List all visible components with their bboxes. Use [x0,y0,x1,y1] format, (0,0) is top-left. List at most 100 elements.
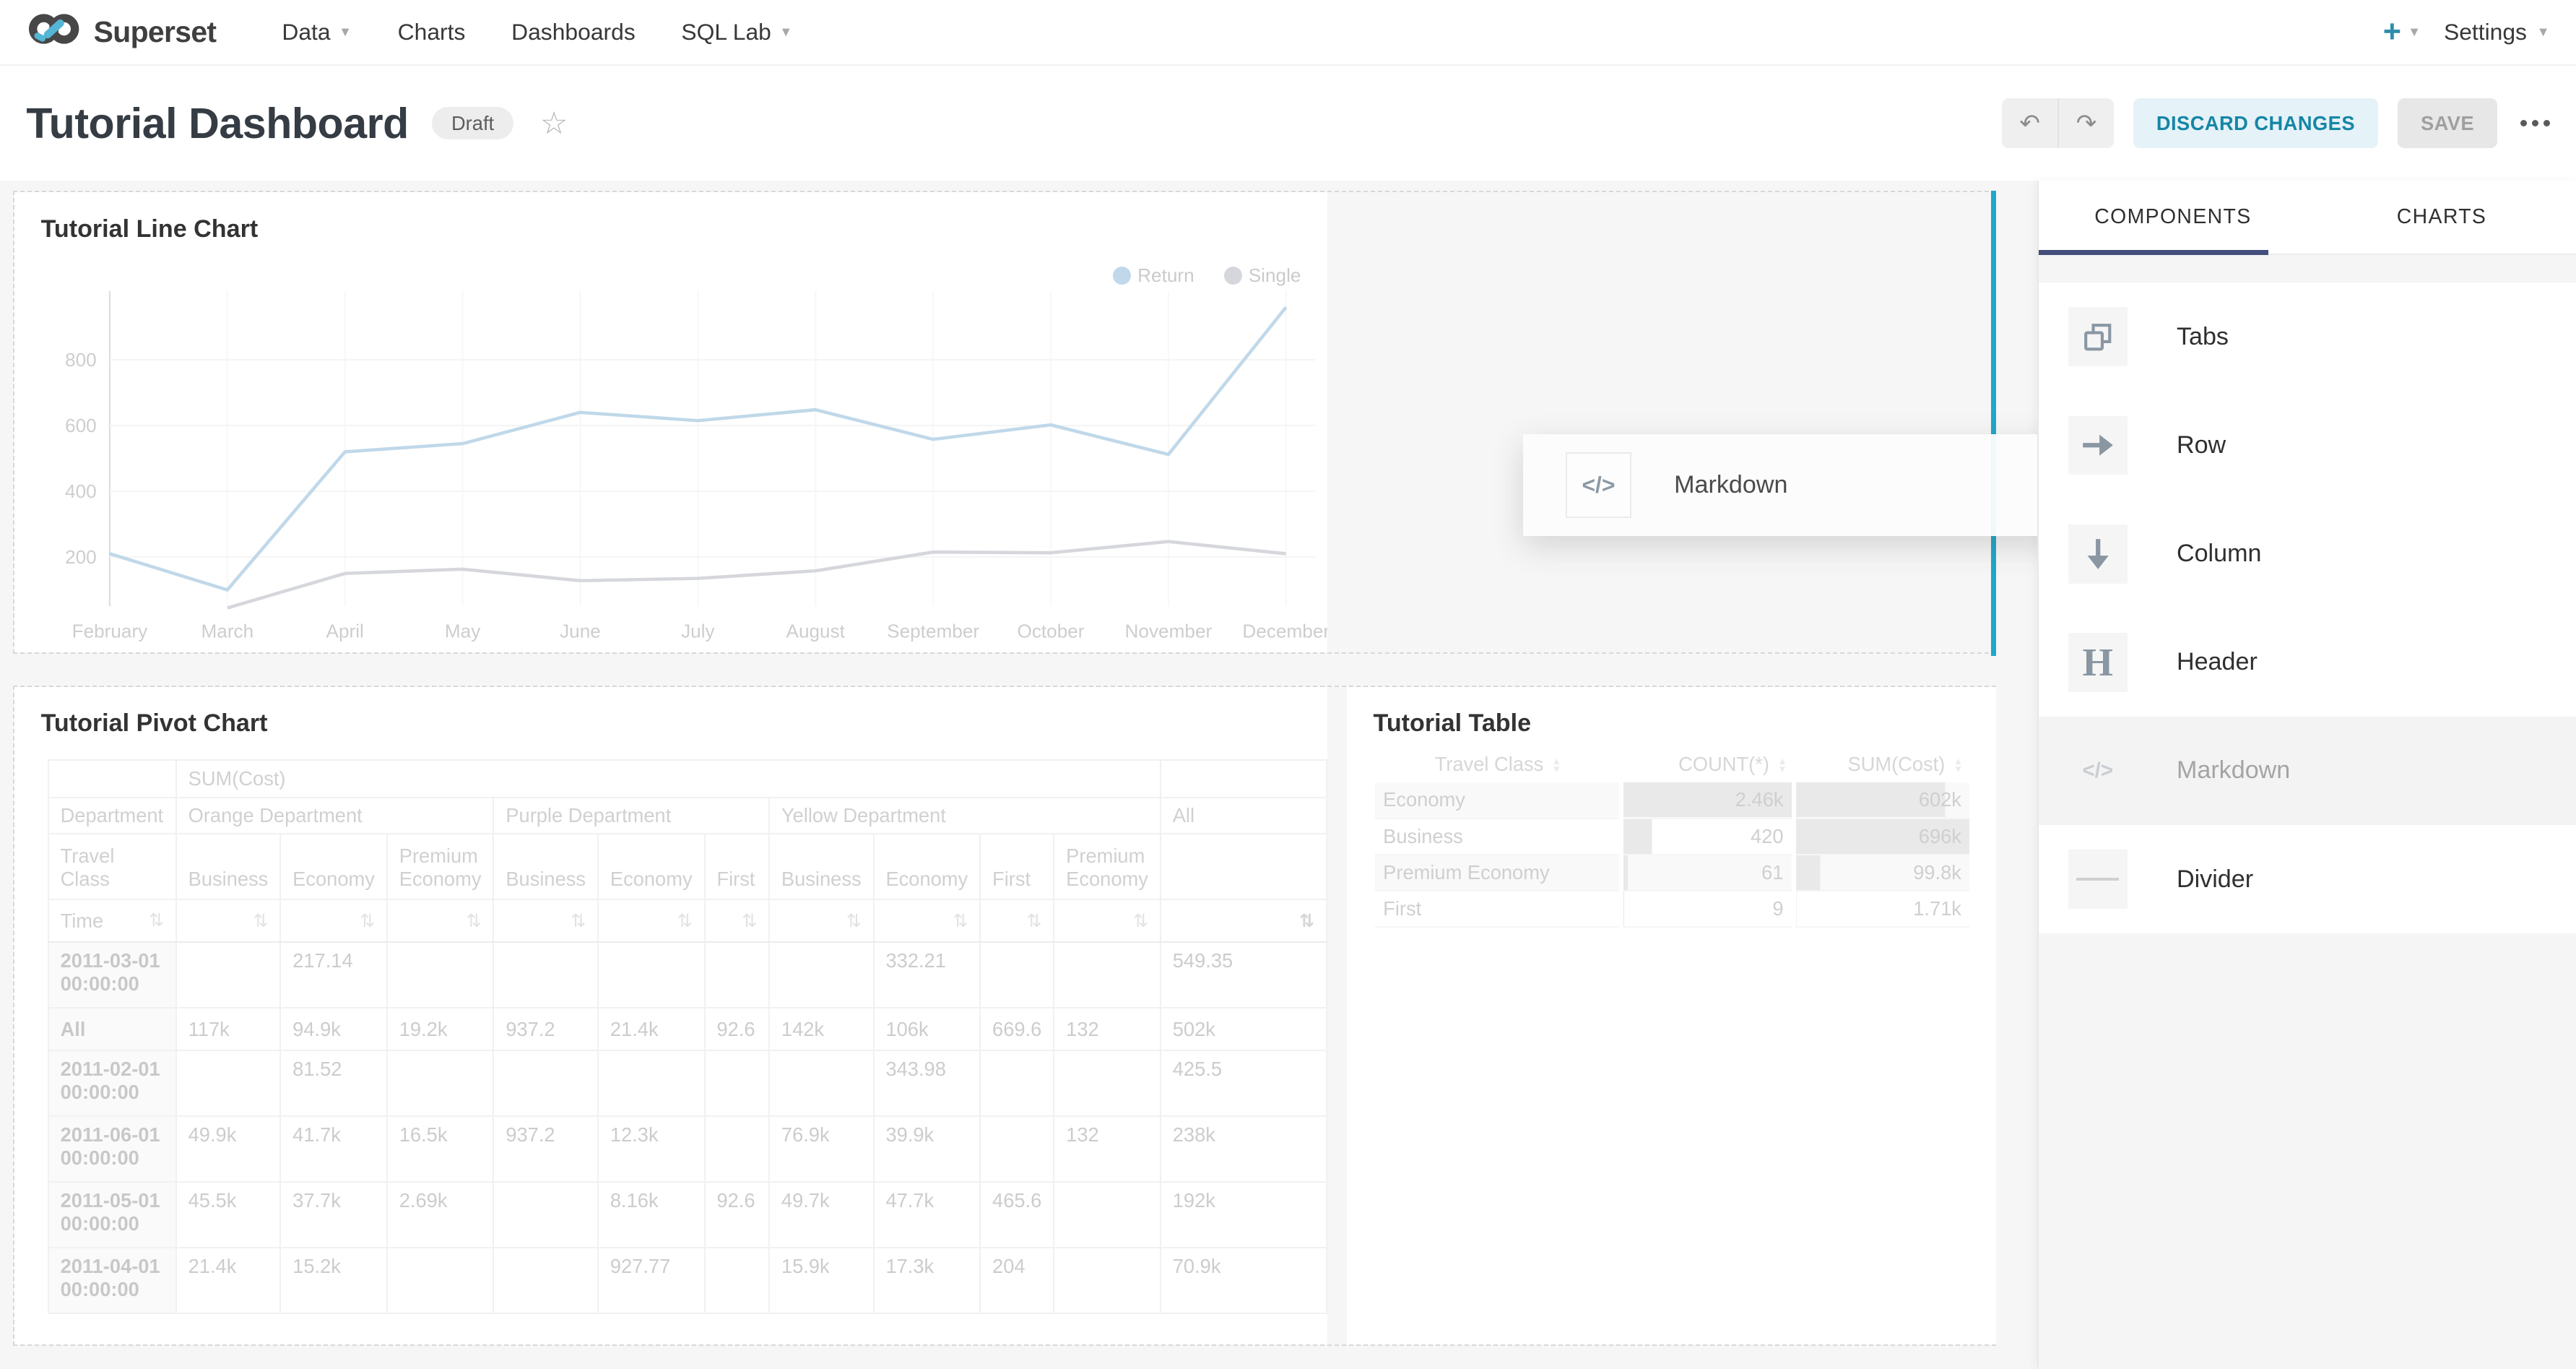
sort-icon[interactable]: ▲▼ [1552,757,1562,774]
pivot-row: 2011-05-01 00:00:0045.5k37.7k2.69k8.16k9… [48,1182,1327,1248]
pivot-cell: 76.9k [769,1116,874,1182]
tabs-icon [2068,307,2128,366]
pivot-sort-header[interactable]: ⇅ [493,899,598,942]
pivot-row: 2011-04-01 00:00:0021.4k15.2k927.7715.9k… [48,1248,1327,1313]
nav-item-dashboards[interactable]: Dashboards [511,19,636,46]
pivot-cell [493,1248,598,1313]
sort-icon[interactable]: ⇅ [1299,910,1314,932]
superset-dashboard-editor: Superset Data▼ Charts Dashboards SQL Lab▼ +… [0,0,2576,1369]
component-item-column[interactable]: Column [2039,500,2576,608]
chart-title: Tutorial Table [1374,709,1532,738]
superset-logo[interactable]: Superset [26,11,216,53]
sort-icon[interactable]: ⇅ [467,910,482,932]
pivot-cell [1054,942,1161,1008]
pivot-sort-header[interactable]: ⇅ [705,899,769,942]
sort-icon[interactable]: ⇅ [953,910,968,932]
pivot-row: All117k94.9k19.2k937.221.4k92.6142k106k6… [48,1008,1327,1050]
sort-icon[interactable]: ⇅ [253,910,268,932]
pivot-row-label: 2011-06-01 00:00:00 [48,1116,176,1182]
pivot-chart-content: SUM(Cost)DepartmentOrange DepartmentPurp… [14,759,1327,1315]
table-chart-card[interactable]: Tutorial Table Travel Class▲▼COUNT(*)▲▼S… [1347,687,1996,1344]
sort-icon[interactable]: ⇅ [360,910,375,932]
pivot-cell: 16.5k [387,1116,494,1182]
tab-charts[interactable]: CHARTS [2307,181,2576,253]
dot-icon [2544,120,2550,126]
pivot-cell [1054,1182,1161,1248]
dragged-markdown-component[interactable]: </> Markdown [1523,434,2037,536]
header-icon: H [2068,633,2128,692]
component-item-inner: Divider [2068,850,2253,909]
pivot-cell: 502k [1161,1008,1327,1050]
pivot-sort-header[interactable]: ⇅ [387,899,494,942]
status-badge: Draft [432,107,514,140]
favorite-star-icon[interactable]: ☆ [540,105,568,142]
pivot-cell [980,1116,1054,1182]
tab-components[interactable]: COMPONENTS [2039,181,2307,253]
active-tab-underline [2039,250,2268,255]
chevron-down-icon: ▼ [2537,25,2550,40]
pivot-sort-header[interactable]: ⇅ [874,899,981,942]
table-column-header[interactable]: COUNT(*)▲▼ [1621,746,1794,782]
page-title[interactable]: Tutorial Dashboard [26,98,408,148]
component-item-inner: H Header [2068,633,2258,692]
sort-icon[interactable]: ⇅ [677,910,693,932]
pivot-cell [769,1050,874,1116]
pivot-table: SUM(Cost)DepartmentOrange DepartmentPurp… [48,759,1327,1315]
table-cell: Economy [1375,782,1621,819]
nav-item-sql-lab[interactable]: SQL Lab▼ [681,19,792,46]
settings-menu[interactable]: Settings ▼ [2444,19,2550,46]
component-item-inner: Tabs [2068,307,2229,366]
table-cell: 99.8k [1794,855,1969,891]
pivot-chart-card[interactable]: Tutorial Pivot Chart SUM(Cost)Department… [14,687,1327,1344]
pivot-cell [176,942,281,1008]
component-item-tabs[interactable]: Tabs [2039,282,2576,391]
table-row: Economy2.46k602k [1375,782,1970,819]
sort-icon[interactable]: ⇅ [742,910,757,932]
sort-icon[interactable]: ▲▼ [1777,757,1787,774]
component-item-header[interactable]: H Header [2039,608,2576,717]
sort-icon[interactable]: ⇅ [571,910,586,932]
pivot-cell: 8.16k [598,1182,705,1248]
pivot-cell: 12.3k [598,1116,705,1182]
pivot-cell: 937.2 [493,1116,598,1182]
sort-icon[interactable]: ⇅ [1026,910,1041,932]
pivot-sort-header[interactable]: Time⇅ [48,899,176,942]
more-options-menu[interactable] [2520,120,2550,126]
pivot-sort-header[interactable]: ⇅ [769,899,874,942]
svg-text:July: July [681,620,715,642]
pivot-sort-header[interactable]: ⇅ [1054,899,1161,942]
pivot-cell: 70.9k [1161,1248,1327,1313]
pivot-sort-header[interactable]: ⇅ [980,899,1054,942]
pivot-sort-header[interactable]: ⇅ [598,899,705,942]
plus-icon: + [2383,14,2401,50]
component-item-row[interactable]: Row [2039,391,2576,499]
component-item-label: Header [2177,648,2258,676]
redo-button[interactable]: ↷ [2057,98,2113,147]
sort-icon[interactable]: ⇅ [1133,910,1148,932]
nav-item-data[interactable]: Data▼ [282,19,352,46]
component-item-markdown[interactable]: </>Markdown [2039,717,2576,825]
new-item-button[interactable]: + ▼ [2383,14,2421,50]
component-item-label: Markdown [2177,756,2290,785]
line-chart-card[interactable]: Tutorial Line Chart ReturnSingle 2004006… [14,192,1327,652]
component-item-divider[interactable]: Divider [2039,825,2576,933]
table-column-header[interactable]: Travel Class▲▼ [1375,746,1621,782]
pivot-sort-header[interactable]: ⇅ [1161,899,1327,942]
table-column-header[interactable]: SUM(Cost)▲▼ [1794,746,1969,782]
brand-name: Superset [94,15,217,49]
pivot-cell [493,1050,598,1116]
pivot-cell: 47.7k [874,1182,981,1248]
pivot-cell: 425.5 [1161,1050,1327,1116]
sort-icon[interactable]: ▲▼ [1953,757,1964,774]
dashboard-row-1[interactable]: Tutorial Line Chart ReturnSingle 2004006… [13,191,1996,655]
discard-changes-button[interactable]: DISCARD CHANGES [2133,98,2378,147]
undo-button[interactable]: ↶ [2002,98,2057,147]
chart-title: Tutorial Pivot Chart [41,709,268,738]
sort-icon[interactable]: ⇅ [149,910,164,931]
pivot-sort-header[interactable]: ⇅ [280,899,387,942]
pivot-sort-header[interactable]: ⇅ [176,899,281,942]
nav-item-charts[interactable]: Charts [398,19,466,46]
dashboard-row-2[interactable]: Tutorial Pivot Chart SUM(Cost)Department… [13,686,1996,1347]
save-button[interactable]: SAVE [2398,98,2497,147]
sort-icon[interactable]: ⇅ [846,910,862,932]
